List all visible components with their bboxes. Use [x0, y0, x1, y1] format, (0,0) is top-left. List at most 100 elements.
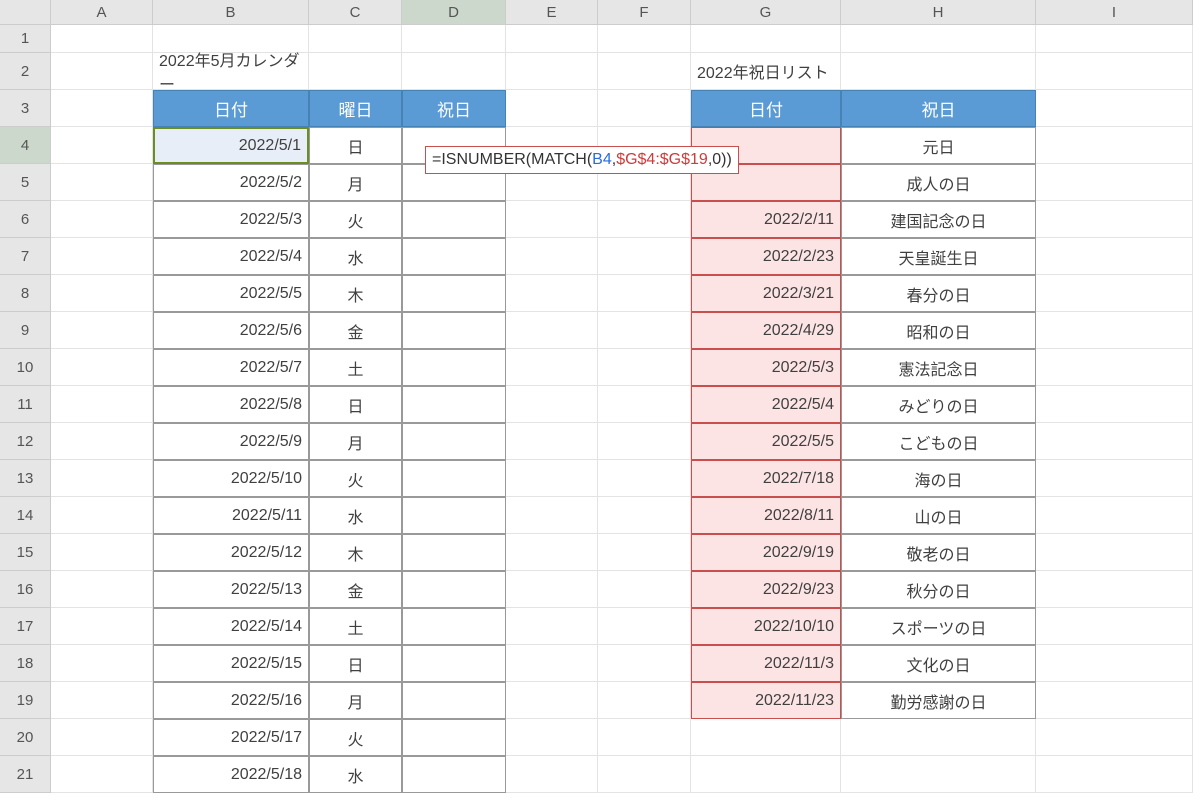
cal-dow[interactable]: 金 — [309, 571, 402, 608]
cell-E18[interactable] — [506, 645, 598, 682]
cal-holiday-cell[interactable] — [402, 608, 506, 645]
cal-holiday-cell[interactable] — [402, 312, 506, 349]
cal-date[interactable]: 2022/5/15 — [153, 645, 309, 682]
holiday-date[interactable]: 2022/11/23 — [691, 682, 841, 719]
cell-F8[interactable] — [598, 275, 691, 312]
holiday-date[interactable]: 2022/3/21 — [691, 275, 841, 312]
cal-date[interactable]: 2022/5/7 — [153, 349, 309, 386]
row-header-3[interactable]: 3 — [0, 90, 51, 127]
cell-G1[interactable] — [691, 25, 841, 53]
cal-date[interactable]: 2022/5/5 — [153, 275, 309, 312]
cell-E8[interactable] — [506, 275, 598, 312]
cell-D1[interactable] — [402, 25, 506, 53]
cal-holiday-cell[interactable] — [402, 201, 506, 238]
cell-I5[interactable] — [1036, 164, 1193, 201]
cal-date[interactable]: 2022/5/10 — [153, 460, 309, 497]
cell-F14[interactable] — [598, 497, 691, 534]
cell-A3[interactable] — [51, 90, 153, 127]
cal-holiday-cell[interactable] — [402, 423, 506, 460]
cell-E10[interactable] — [506, 349, 598, 386]
cell-A6[interactable] — [51, 201, 153, 238]
cell-F10[interactable] — [598, 349, 691, 386]
cell-C2[interactable] — [309, 53, 402, 90]
cell-F12[interactable] — [598, 423, 691, 460]
cell-I13[interactable] — [1036, 460, 1193, 497]
cell-E13[interactable] — [506, 460, 598, 497]
holiday-name[interactable]: 勤労感謝の日 — [841, 682, 1036, 719]
header-date-left[interactable]: 日付 — [153, 90, 309, 127]
cal-dow[interactable]: 金 — [309, 312, 402, 349]
cell-I17[interactable] — [1036, 608, 1193, 645]
cell-I20[interactable] — [1036, 719, 1193, 756]
cell-F18[interactable] — [598, 645, 691, 682]
holiday-date[interactable]: 2022/9/23 — [691, 571, 841, 608]
cell-H20[interactable] — [841, 719, 1036, 756]
cal-date[interactable]: 2022/5/1 — [153, 127, 309, 164]
cal-date[interactable]: 2022/5/18 — [153, 756, 309, 793]
header-dow[interactable]: 曜日 — [309, 90, 402, 127]
cell-E7[interactable] — [506, 238, 598, 275]
cell-I21[interactable] — [1036, 756, 1193, 793]
cell-F2[interactable] — [598, 53, 691, 90]
cell-A8[interactable] — [51, 275, 153, 312]
col-header-B[interactable]: B — [153, 0, 309, 25]
holiday-date[interactable]: 2022/5/3 — [691, 349, 841, 386]
cell-I8[interactable] — [1036, 275, 1193, 312]
cell-A5[interactable] — [51, 164, 153, 201]
holiday-date[interactable]: 2022/9/19 — [691, 534, 841, 571]
cell-F1[interactable] — [598, 25, 691, 53]
cell-E14[interactable] — [506, 497, 598, 534]
cell-I10[interactable] — [1036, 349, 1193, 386]
cell-F20[interactable] — [598, 719, 691, 756]
holiday-date[interactable]: 2022/2/11 — [691, 201, 841, 238]
cal-holiday-cell[interactable] — [402, 238, 506, 275]
cell-I19[interactable] — [1036, 682, 1193, 719]
cell-I2[interactable] — [1036, 53, 1193, 90]
col-header-E[interactable]: E — [506, 0, 598, 25]
cell-A12[interactable] — [51, 423, 153, 460]
holiday-name[interactable]: 秋分の日 — [841, 571, 1036, 608]
cell-A19[interactable] — [51, 682, 153, 719]
cell-I11[interactable] — [1036, 386, 1193, 423]
cal-dow[interactable]: 火 — [309, 719, 402, 756]
holiday-date[interactable]: 2022/5/5 — [691, 423, 841, 460]
holiday-name[interactable]: 昭和の日 — [841, 312, 1036, 349]
cell-H1[interactable] — [841, 25, 1036, 53]
select-all-corner[interactable] — [0, 0, 51, 25]
cal-date[interactable]: 2022/5/12 — [153, 534, 309, 571]
cell-A1[interactable] — [51, 25, 153, 53]
cell-E3[interactable] — [506, 90, 598, 127]
cal-holiday-cell[interactable] — [402, 645, 506, 682]
holiday-name[interactable]: 天皇誕生日 — [841, 238, 1036, 275]
cell-E12[interactable] — [506, 423, 598, 460]
holiday-name[interactable]: 海の日 — [841, 460, 1036, 497]
cal-holiday-cell[interactable] — [402, 349, 506, 386]
cell-A7[interactable] — [51, 238, 153, 275]
cell-I16[interactable] — [1036, 571, 1193, 608]
cell-E20[interactable] — [506, 719, 598, 756]
row-header-9[interactable]: 9 — [0, 312, 51, 349]
col-header-A[interactable]: A — [51, 0, 153, 25]
cell-E2[interactable] — [506, 53, 598, 90]
cell-H21[interactable] — [841, 756, 1036, 793]
cell-E1[interactable] — [506, 25, 598, 53]
row-header-17[interactable]: 17 — [0, 608, 51, 645]
cell-I14[interactable] — [1036, 497, 1193, 534]
header-date-right[interactable]: 日付 — [691, 90, 841, 127]
cell-G20[interactable] — [691, 719, 841, 756]
cal-holiday-cell[interactable] — [402, 497, 506, 534]
cell-F19[interactable] — [598, 682, 691, 719]
cal-date[interactable]: 2022/5/8 — [153, 386, 309, 423]
cell-F21[interactable] — [598, 756, 691, 793]
cell-E6[interactable] — [506, 201, 598, 238]
row-header-21[interactable]: 21 — [0, 756, 51, 793]
cell-E15[interactable] — [506, 534, 598, 571]
holiday-name[interactable]: スポーツの日 — [841, 608, 1036, 645]
cell-G21[interactable] — [691, 756, 841, 793]
cell-F11[interactable] — [598, 386, 691, 423]
cell-I18[interactable] — [1036, 645, 1193, 682]
formula-edit-overlay[interactable]: = ISNUMBER ( MATCH ( B4 , $G$4:$G$19 , 0… — [425, 146, 739, 174]
row-header-18[interactable]: 18 — [0, 645, 51, 682]
row-header-8[interactable]: 8 — [0, 275, 51, 312]
row-header-7[interactable]: 7 — [0, 238, 51, 275]
